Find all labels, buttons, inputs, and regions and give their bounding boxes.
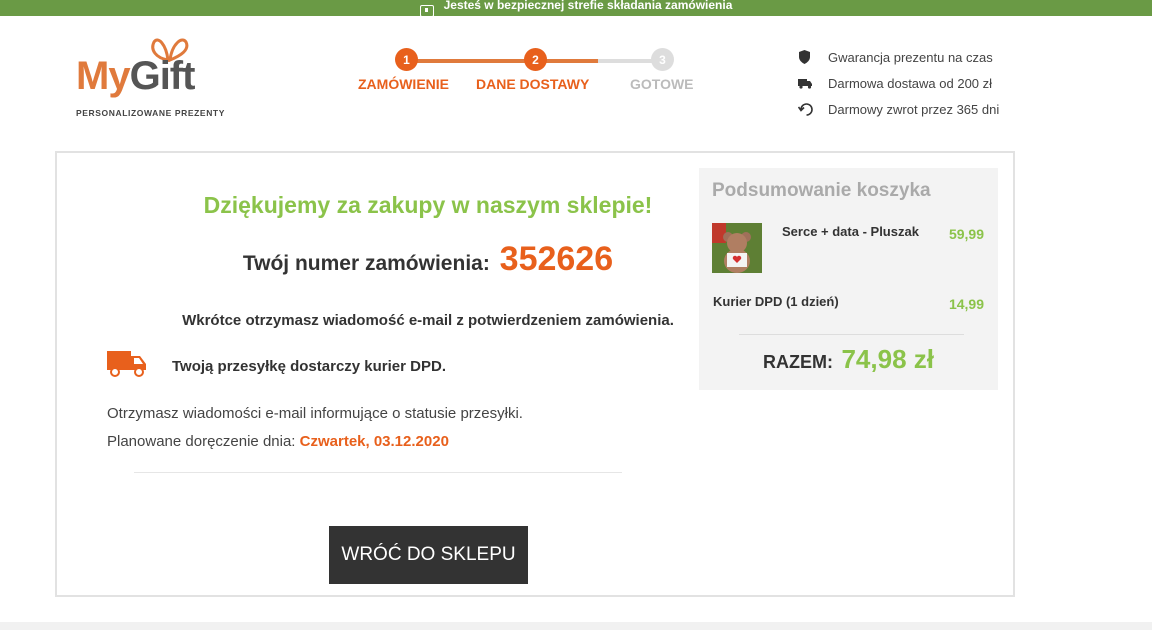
benefit-free-shipping-text: Darmowa dostawa od 200 zł [828, 75, 993, 91]
step-1-dot: 1 [395, 48, 418, 71]
cart-total: RAZEM: 74,98 zł [699, 344, 998, 375]
benefit-guarantee-text: Gwarancja prezentu na czas [828, 49, 993, 65]
benefits-list: Gwarancja prezentu na czas Darmowa dosta… [798, 44, 1048, 122]
delivery-truck-icon [106, 349, 148, 384]
total-value: 74,98 zł [841, 344, 934, 374]
logo-my: My [76, 54, 131, 98]
progress-line-1 [407, 59, 535, 63]
order-number: 352626 [499, 240, 614, 278]
return-icon [798, 101, 828, 118]
mygift-logo[interactable]: MyGift PERSONALIZOWANE PREZENTY [76, 36, 246, 126]
benefit-free-return: Darmowy zwrot przez 365 dni [798, 96, 1048, 122]
step-2-dot: 2 [524, 48, 547, 71]
product-price: 59,99 [948, 226, 984, 242]
checkout-progress: 1 2 3 ZAMÓWIENIE DANE DOSTAWY GOTOWE [350, 48, 710, 98]
step-2-label: DANE DOSTAWY [476, 76, 590, 92]
cart-summary-title: Podsumowanie koszyka [712, 180, 931, 201]
summary-divider [739, 334, 964, 335]
total-label: RAZEM: [763, 352, 834, 372]
courier-price: 14,99 [948, 296, 984, 312]
step-1-label: ZAMÓWIENIE [358, 76, 449, 92]
email-confirmation-message: Wkrótce otrzymasz wiadomość e-mail z pot… [182, 312, 674, 329]
lock-icon [419, 5, 434, 16]
shield-icon [798, 50, 828, 64]
step-3-label: GOTOWE [630, 76, 694, 92]
benefit-free-return-text: Darmowy zwrot przez 365 dni [828, 101, 1000, 117]
courier-message: Twoją przesyłkę dostarczy kurier DPD. [172, 358, 446, 375]
divider [134, 472, 622, 473]
planned-delivery: Planowane doręczenie dnia: Czwartek, 03.… [107, 433, 449, 450]
order-number-line: Twój numer zamówienia: 352626 [55, 240, 801, 279]
order-number-label: Twój numer zamówienia: [242, 252, 490, 275]
logo-gift: Gift [129, 54, 196, 98]
courier-name: Kurier DPD (1 dzień) [713, 294, 839, 309]
planned-delivery-date: Czwartek, 03.12.2020 [299, 433, 449, 450]
status-email-message: Otrzymasz wiadomości e-mail informujące … [107, 405, 523, 422]
logo-wordmark: MyGift [76, 54, 196, 98]
benefit-free-shipping: Darmowa dostawa od 200 zł [798, 70, 1048, 96]
product-thumbnail[interactable] [712, 223, 762, 273]
secure-zone-banner: Jesteś w bezpiecznej strefie składania z… [0, 0, 1152, 16]
truck-icon [798, 78, 828, 89]
benefit-guarantee: Gwarancja prezentu na czas [798, 44, 1048, 70]
footer-strip [0, 622, 1152, 630]
cart-summary: Podsumowanie koszyka Serce + data - Plus… [699, 168, 998, 390]
step-3-dot: 3 [651, 48, 674, 71]
thanks-heading: Dziękujemy za zakupy w naszym sklepie! [203, 192, 653, 218]
product-name: Serce + data - Pluszak [782, 224, 919, 239]
secure-zone-text: Jesteś w bezpiecznej strefie składania z… [443, 0, 733, 12]
planned-delivery-label: Planowane doręczenie dnia: [107, 433, 296, 450]
logo-tagline: PERSONALIZOWANE PREZENTY [76, 108, 225, 118]
back-to-shop-button[interactable]: WRÓĆ DO SKLEPU [329, 526, 528, 584]
